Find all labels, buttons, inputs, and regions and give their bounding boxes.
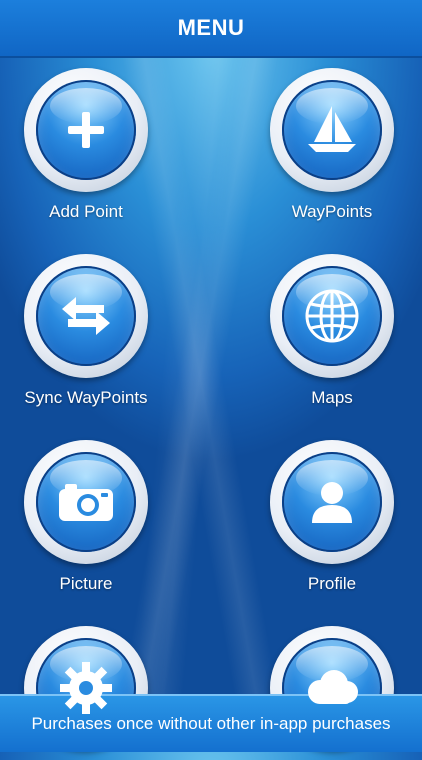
profile-bezel <box>270 440 394 564</box>
waypoints-button[interactable]: WayPoints <box>242 68 422 222</box>
picture-button[interactable]: Picture <box>0 440 176 594</box>
page-title: MENU <box>177 15 245 40</box>
add-point-label: Add Point <box>49 202 123 221</box>
sailboat-icon <box>308 106 356 152</box>
profile-label: Profile <box>307 574 357 593</box>
globe-icon <box>305 289 359 343</box>
profile-button[interactable]: Profile <box>242 440 422 594</box>
add-point-bezel <box>24 68 148 192</box>
top-bar: MENU <box>0 0 422 58</box>
plus-icon <box>68 112 104 148</box>
sync-waypoints-label: Sync WayPoints <box>24 388 148 407</box>
maps-label: Maps <box>311 388 353 407</box>
sync-waypoints-bezel <box>24 254 148 378</box>
waypoints-bezel <box>270 68 394 192</box>
person-icon <box>312 482 352 523</box>
cloud-icon <box>308 670 358 704</box>
gear-icon <box>60 662 112 714</box>
waypoints-label: WayPoints <box>291 202 373 221</box>
maps-button[interactable]: Maps <box>242 254 422 408</box>
purchase-banner-text: Purchases once without other in-app purc… <box>31 714 391 733</box>
sync-waypoints-button[interactable]: Sync WayPoints <box>0 254 176 408</box>
picture-label: Picture <box>59 574 113 593</box>
add-point-button[interactable]: Add Point <box>0 68 176 222</box>
maps-bezel <box>270 254 394 378</box>
sync-arrows-icon <box>62 297 110 335</box>
camera-icon <box>59 484 113 521</box>
picture-bezel <box>24 440 148 564</box>
